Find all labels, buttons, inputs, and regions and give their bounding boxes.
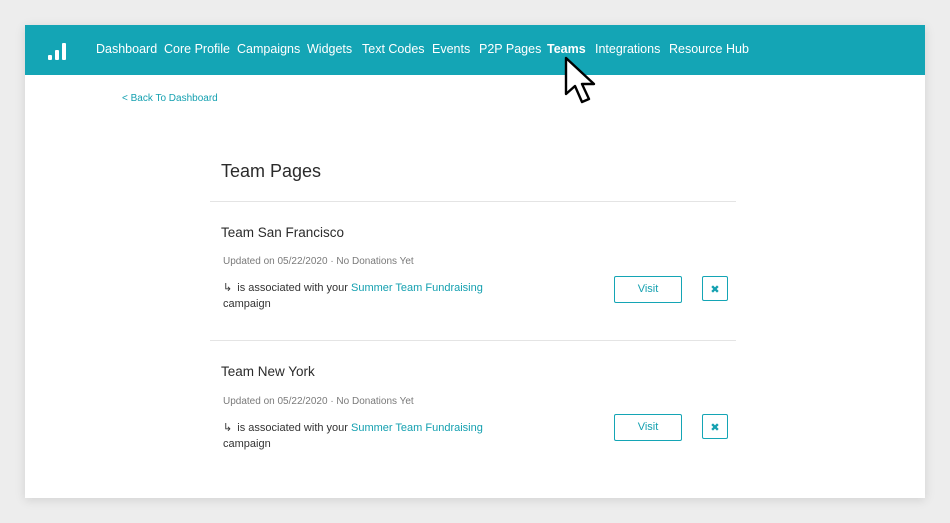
association-suffix: campaign	[223, 438, 271, 450]
return-arrow-icon: ↳	[223, 282, 233, 294]
page-title: Team Pages	[221, 161, 322, 181]
nav-item-events[interactable]: Events	[432, 42, 470, 56]
delete-button[interactable]: ✖	[702, 414, 728, 439]
app-window: Dashboard Core Profile Campaigns Widgets…	[25, 25, 925, 498]
nav-item-integrations[interactable]: Integrations	[595, 42, 660, 56]
nav-item-teams[interactable]: Teams	[547, 42, 586, 56]
team-name: Team San Francisco	[221, 225, 345, 240]
divider	[210, 201, 736, 202]
divider	[210, 340, 736, 341]
top-navigation-bar: Dashboard Core Profile Campaigns Widgets…	[25, 25, 925, 75]
team-name: Team New York	[221, 364, 315, 379]
back-to-dashboard-link[interactable]: < Back To Dashboard	[122, 93, 218, 104]
close-icon: ✖	[710, 283, 720, 296]
campaign-link[interactable]: Summer Team Fundraising	[351, 422, 483, 434]
delete-button[interactable]: ✖	[702, 276, 728, 301]
visit-button[interactable]: Visit	[614, 414, 682, 441]
visit-button[interactable]: Visit	[614, 276, 682, 303]
mouse-pointer-icon	[564, 56, 596, 104]
team-meta: Updated on 05/22/2020 · No Donations Yet	[223, 256, 414, 267]
nav-item-text-codes[interactable]: Text Codes	[362, 42, 425, 56]
team-meta: Updated on 05/22/2020 · No Donations Yet	[223, 396, 414, 407]
return-arrow-icon: ↳	[223, 422, 233, 434]
campaign-link[interactable]: Summer Team Fundraising	[351, 282, 483, 294]
association-text: is associated with your	[237, 282, 351, 294]
bar-signal-logo-icon[interactable]	[47, 41, 69, 61]
nav-item-widgets[interactable]: Widgets	[307, 42, 352, 56]
team-association: ↳ is associated with your Summer Team Fu…	[223, 280, 513, 312]
association-text: is associated with your	[237, 422, 351, 434]
nav-item-resource-hub[interactable]: Resource Hub	[669, 42, 749, 56]
close-icon: ✖	[710, 421, 720, 434]
association-suffix: campaign	[223, 298, 271, 310]
nav-item-core-profile[interactable]: Core Profile	[164, 42, 230, 56]
nav-item-p2p-pages[interactable]: P2P Pages	[479, 42, 541, 56]
nav-item-campaigns[interactable]: Campaigns	[237, 42, 300, 56]
team-association: ↳ is associated with your Summer Team Fu…	[223, 420, 513, 452]
nav-item-dashboard[interactable]: Dashboard	[96, 42, 157, 56]
